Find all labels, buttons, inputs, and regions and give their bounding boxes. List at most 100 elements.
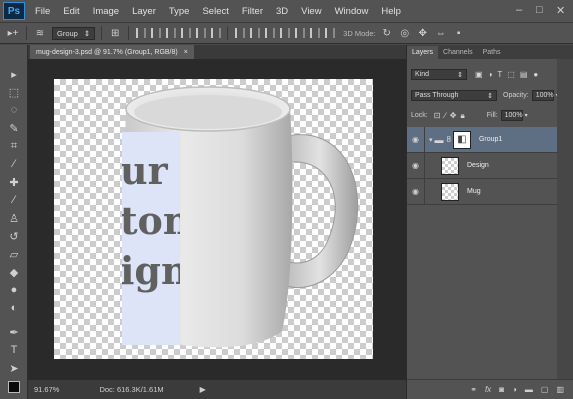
distribute-top-icon[interactable]	[235, 28, 246, 38]
lock-position-icon[interactable]: ✥	[450, 111, 457, 120]
tab-channels[interactable]: Channels	[438, 46, 478, 59]
layer-thumbnail	[441, 156, 459, 175]
mug-image	[124, 86, 359, 348]
lock-pixels-icon[interactable]: ∕	[444, 111, 445, 120]
layer-name[interactable]: Design	[467, 162, 489, 169]
eraser-tool-icon[interactable]: ▱	[6, 247, 22, 261]
filter-kind-dropdown[interactable]: Kind ⇕	[411, 69, 467, 80]
lasso-tool-icon[interactable]: ◌	[6, 103, 22, 117]
type-tool-icon[interactable]: T	[6, 343, 22, 357]
path-selection-tool-icon[interactable]: ➤	[6, 361, 22, 375]
3d-scale-icon[interactable]: ▪	[452, 26, 466, 40]
close-tab-icon[interactable]: ×	[184, 49, 188, 56]
minimize-button[interactable]: –	[516, 4, 522, 16]
layer-name[interactable]: Group1	[479, 136, 502, 143]
pen-tool-icon[interactable]: ✒	[6, 325, 22, 339]
crop-tool-icon[interactable]: ⌗	[6, 139, 22, 153]
tab-layers[interactable]: Layers	[407, 46, 439, 59]
visibility-eye-icon[interactable]: ◉	[407, 178, 425, 205]
dodge-tool-icon[interactable]: ◐	[6, 301, 22, 315]
distribute-middle-icon[interactable]	[250, 28, 261, 38]
menu-layer[interactable]: Layer	[132, 6, 156, 17]
eyedropper-tool-icon[interactable]: ⁄	[6, 157, 22, 171]
marquee-tool-icon[interactable]: ⬚	[6, 85, 22, 99]
align-bottom-icon[interactable]	[166, 28, 177, 38]
menu-3d[interactable]: 3D	[276, 6, 288, 17]
auto-select-icon[interactable]: ≋	[33, 26, 47, 40]
3d-slide-icon[interactable]: ⇔	[434, 26, 448, 40]
menu-file[interactable]: File	[35, 6, 50, 17]
filter-adjustment-icon[interactable]: ◑	[488, 70, 493, 79]
link-layers-icon[interactable]: ⚭	[470, 385, 477, 394]
blur-tool-icon[interactable]: ●	[6, 283, 22, 297]
mask-link-icon[interactable]: 8	[447, 135, 451, 144]
filter-shape-icon[interactable]: ⬚	[507, 70, 515, 79]
filter-toggle-icon[interactable]: ●	[533, 70, 538, 79]
menu-view[interactable]: View	[301, 6, 321, 17]
fill-input[interactable]: 100%	[500, 110, 523, 121]
layer-row-design[interactable]: ◉ Design	[407, 152, 557, 179]
maximize-button[interactable]: □	[536, 4, 543, 16]
fx-icon[interactable]: fx	[485, 385, 491, 394]
distribute-left-icon[interactable]	[280, 28, 291, 38]
brush-tool-icon[interactable]: ∕	[6, 193, 22, 207]
blend-mode-dropdown[interactable]: Pass Through ⇕	[411, 90, 497, 101]
menu-select[interactable]: Select	[202, 6, 228, 17]
foreground-color-swatch[interactable]	[8, 381, 20, 393]
status-menu-arrow-icon[interactable]: ▶	[200, 385, 206, 394]
new-group-folder-icon[interactable]: ▬	[525, 385, 533, 394]
filter-type-icon[interactable]: T	[497, 70, 502, 79]
group-expand-chevron-icon[interactable]: ▾	[429, 136, 433, 144]
move-tool-icon[interactable]: ▸	[6, 67, 22, 81]
menu-type[interactable]: Type	[169, 6, 190, 17]
move-tool-preset-icon[interactable]: ▸+	[6, 26, 20, 40]
quick-select-tool-icon[interactable]: ✎	[6, 121, 22, 135]
distribute-center-icon[interactable]	[295, 28, 306, 38]
menu-edit[interactable]: Edit	[63, 6, 79, 17]
lock-transparency-icon[interactable]: ⊡	[434, 111, 441, 120]
layer-name[interactable]: Mug	[467, 188, 481, 195]
align-top-icon[interactable]	[136, 28, 147, 38]
layer-mask-thumbnail[interactable]: ◧	[452, 130, 471, 149]
auto-align-icon[interactable]	[325, 28, 336, 38]
menu-window[interactable]: Window	[335, 6, 369, 17]
distribute-right-icon[interactable]	[310, 28, 321, 38]
3d-pan-icon[interactable]: ✥	[416, 26, 430, 40]
adjustment-layer-icon[interactable]: ◑	[512, 385, 517, 394]
paint-bucket-tool-icon[interactable]: ◆	[6, 265, 22, 279]
healing-brush-tool-icon[interactable]: ✚	[6, 175, 22, 189]
trash-icon[interactable]: ▥	[556, 385, 564, 394]
layers-scrollbar[interactable]	[557, 59, 573, 379]
align-right-icon[interactable]	[211, 28, 222, 38]
fill-slider-arrow-icon[interactable]: ▾	[525, 112, 528, 119]
3d-rotate-icon[interactable]: ↻	[380, 26, 394, 40]
3d-roll-icon[interactable]: ◎	[398, 26, 412, 40]
panel-tabs: Layers Channels Paths	[407, 45, 573, 59]
document-tab[interactable]: mug-design-3.psd @ 91.7% (Group1, RGB/8)…	[30, 45, 194, 59]
new-layer-icon[interactable]: ▢	[541, 385, 549, 394]
clone-stamp-tool-icon[interactable]: ♙	[6, 211, 22, 225]
distribute-bottom-icon[interactable]	[265, 28, 276, 38]
add-mask-icon[interactable]: ◙	[499, 385, 504, 394]
layer-row-group1[interactable]: ◉ ▾ ▬ 8 ◧ Group1	[407, 126, 557, 153]
filter-smart-object-icon[interactable]: ▤	[520, 70, 528, 79]
align-middle-icon[interactable]	[151, 28, 162, 38]
visibility-eye-icon[interactable]: ◉	[407, 126, 425, 153]
lock-all-icon[interactable]: 🔒︎	[460, 111, 464, 121]
opacity-input[interactable]: 100%	[531, 90, 554, 101]
filter-pixel-icon[interactable]: ▣	[475, 70, 483, 79]
document-canvas[interactable]: ur tom ign	[54, 79, 373, 359]
tab-paths[interactable]: Paths	[478, 46, 506, 59]
align-center-icon[interactable]	[196, 28, 207, 38]
menu-filter[interactable]: Filter	[242, 6, 263, 17]
transform-controls-icon[interactable]: ⊞	[108, 26, 122, 40]
history-brush-tool-icon[interactable]: ↺	[6, 229, 22, 243]
auto-select-dropdown[interactable]: Group ⇕	[52, 26, 96, 40]
menu-image[interactable]: Image	[93, 6, 119, 17]
menu-help[interactable]: Help	[381, 6, 401, 17]
zoom-level[interactable]: 91.67%	[34, 385, 59, 394]
close-button[interactable]: ✕	[556, 4, 565, 17]
layer-row-mug[interactable]: ◉ Mug	[407, 178, 557, 205]
visibility-eye-icon[interactable]: ◉	[407, 152, 425, 179]
align-left-icon[interactable]	[181, 28, 192, 38]
